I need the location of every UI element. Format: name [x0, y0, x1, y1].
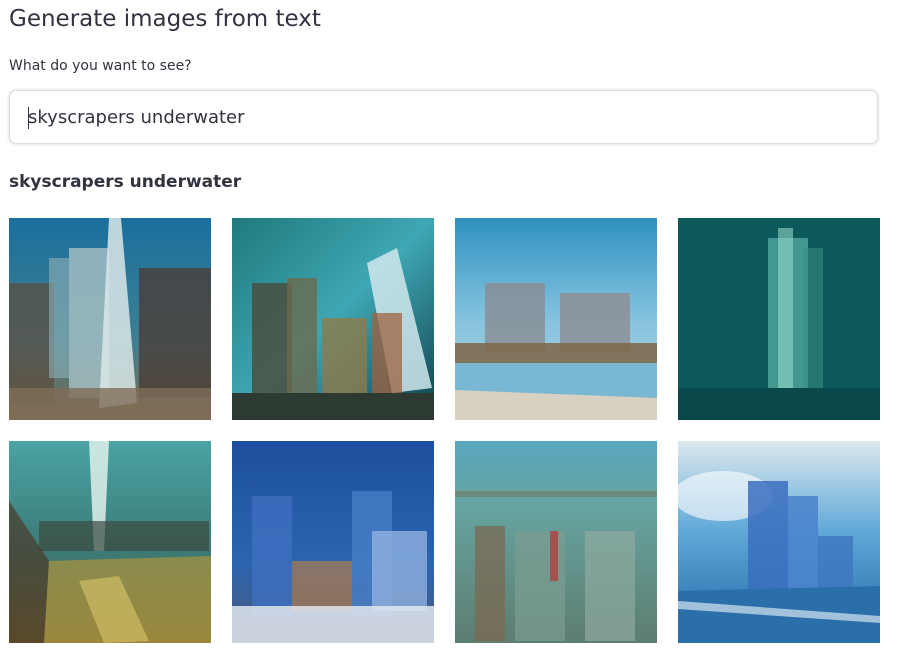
- generated-image-6[interactable]: [232, 441, 434, 643]
- text-caret: [28, 107, 29, 129]
- generated-image-8[interactable]: [678, 441, 880, 643]
- image-grid: [9, 218, 883, 646]
- generated-image-7[interactable]: [455, 441, 657, 643]
- generated-image-2[interactable]: [232, 218, 434, 420]
- page-title: Generate images from text: [9, 6, 321, 32]
- generated-image-1[interactable]: [9, 218, 211, 420]
- prompt-label: What do you want to see?: [9, 58, 192, 74]
- generated-image-4[interactable]: [678, 218, 880, 420]
- prompt-input[interactable]: [10, 91, 877, 143]
- generated-image-3[interactable]: [455, 218, 657, 420]
- result-heading: skyscrapers underwater: [9, 172, 242, 192]
- generated-image-5[interactable]: [9, 441, 211, 643]
- prompt-input-container[interactable]: [9, 90, 878, 144]
